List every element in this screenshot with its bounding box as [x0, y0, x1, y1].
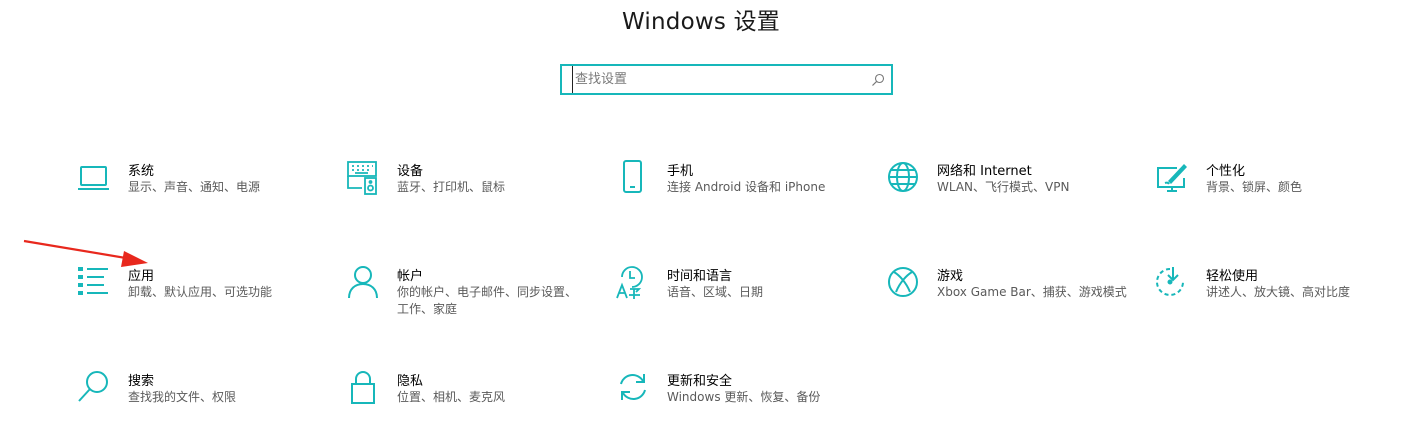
tile-name: 隐私: [397, 374, 424, 389]
search-box[interactable]: [560, 64, 893, 95]
search-icon[interactable]: [871, 73, 885, 87]
tile-desc: 连接 Android 设备和 iPhone: [667, 180, 826, 194]
tile-devices[interactable]: 设备 蓝牙、打印机、鼠标: [346, 160, 596, 220]
tile-desc: 显示、声音、通知、电源: [128, 180, 261, 194]
tile-name: 设备: [397, 164, 424, 179]
tile-update-security[interactable]: 更新和安全 Windows 更新、恢复、备份: [616, 370, 866, 430]
tile-desc: 你的帐户、电子邮件、同步设置、工作、家庭: [397, 285, 578, 316]
tile-apps[interactable]: 应用 卸载、默认应用、可选功能: [77, 265, 327, 325]
tile-desc: 背景、锁屏、颜色: [1206, 180, 1303, 194]
tile-name: 时间和语言: [667, 269, 733, 284]
tile-desc: Windows 更新、恢复、备份: [667, 390, 821, 404]
tile-ease-of-access[interactable]: 轻松使用 讲述人、放大镜、高对比度: [1155, 265, 1402, 325]
annotation-arrow: [23, 239, 148, 267]
sync-icon: [616, 370, 652, 406]
tile-name: 手机: [667, 164, 694, 179]
tile-name: 网络和 Internet: [937, 164, 1032, 179]
tile-desc: WLAN、飞行模式、VPN: [937, 180, 1070, 194]
tile-time-language[interactable]: 时间和语言 语音、区域、日期: [616, 265, 866, 325]
page-title: Windows 设置: [622, 9, 780, 35]
tile-desc: 卸载、默认应用、可选功能: [128, 285, 273, 299]
tile-system[interactable]: 系统 显示、声音、通知、电源: [77, 160, 327, 220]
tile-search[interactable]: 搜索 查找我的文件、权限: [77, 370, 327, 430]
tile-name: 更新和安全: [667, 374, 733, 389]
ease-of-access-icon: [1155, 265, 1191, 301]
tile-personalization[interactable]: 个性化 背景、锁屏、颜色: [1155, 160, 1402, 220]
tile-accounts[interactable]: 帐户 你的帐户、电子邮件、同步设置、工作、家庭: [346, 265, 596, 325]
tile-name: 个性化: [1206, 164, 1246, 179]
xbox-icon: [886, 265, 922, 301]
phone-icon: [616, 160, 652, 196]
tile-name: 系统: [128, 164, 155, 179]
app-list-icon: [77, 265, 113, 301]
tile-desc: 蓝牙、打印机、鼠标: [397, 180, 506, 194]
tile-network[interactable]: 网络和 Internet WLAN、飞行模式、VPN: [886, 160, 1136, 220]
laptop-icon: [77, 160, 113, 196]
tile-desc: 查找我的文件、权限: [128, 390, 237, 404]
search-input[interactable]: [572, 66, 870, 93]
tile-name: 游戏: [937, 269, 964, 284]
tile-name: 轻松使用: [1206, 269, 1259, 284]
tile-name: 帐户: [397, 269, 424, 284]
tile-desc: Xbox Game Bar、捕获、游戏模式: [937, 285, 1127, 299]
tile-name: 搜索: [128, 374, 155, 389]
keyboard-speaker-icon: [346, 160, 382, 196]
tile-phone[interactable]: 手机 连接 Android 设备和 iPhone: [616, 160, 866, 220]
globe-icon: [886, 160, 922, 196]
tile-desc: 语音、区域、日期: [667, 285, 764, 299]
tile-privacy[interactable]: 隐私 位置、相机、麦克风: [346, 370, 596, 430]
time-language-icon: [616, 265, 652, 301]
magnifier-icon: [77, 370, 113, 406]
tile-desc: 讲述人、放大镜、高对比度: [1206, 285, 1351, 299]
person-icon: [346, 265, 382, 301]
tile-gaming[interactable]: 游戏 Xbox Game Bar、捕获、游戏模式: [886, 265, 1136, 325]
tile-desc: 位置、相机、麦克风: [397, 390, 506, 404]
paint-monitor-icon: [1155, 160, 1191, 196]
lock-icon: [346, 370, 382, 406]
